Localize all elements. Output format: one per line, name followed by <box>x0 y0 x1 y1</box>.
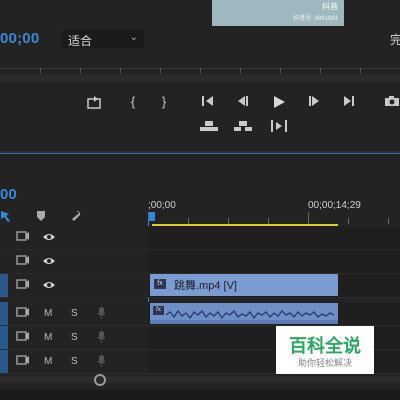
chevron-down-icon: ⌄ <box>129 32 138 43</box>
mute-button[interactable]: M <box>44 332 52 343</box>
eye-icon[interactable] <box>42 280 56 293</box>
film-icon[interactable] <box>16 331 30 344</box>
video-clip[interactable]: fx 跳舞.mp4 [V] <box>150 274 338 296</box>
microphone-icon[interactable] <box>97 354 106 371</box>
microphone-icon[interactable] <box>97 306 106 323</box>
bottom-strip <box>0 390 400 400</box>
film-icon[interactable] <box>16 279 30 292</box>
scrollbar-track[interactable] <box>0 376 400 383</box>
audio-clip[interactable]: fx <box>150 303 338 324</box>
fit-select-value: 适合 <box>68 34 93 48</box>
marker-icon[interactable] <box>36 210 46 225</box>
timeline-tools <box>0 210 148 224</box>
track-target-a1[interactable] <box>0 302 8 325</box>
film-icon[interactable] <box>16 231 30 244</box>
step-forward-icon[interactable] <box>303 95 325 107</box>
fx-badge: fx <box>154 279 166 289</box>
track-v3 <box>0 226 400 250</box>
solo-button[interactable]: S <box>71 356 78 367</box>
mark-in-icon[interactable]: { <box>122 94 144 109</box>
track-target-a2[interactable] <box>0 326 8 349</box>
play-icon[interactable] <box>268 95 290 109</box>
mark-out-icon[interactable]: } <box>153 94 175 109</box>
track-v1: fx 跳舞.mp4 [V] <box>0 274 400 298</box>
watermark-subtitle: 助你轻松解决 <box>297 359 352 369</box>
video-watermark-id: 抖音号: 8891881 <box>293 16 338 22</box>
monitor-time-ruler[interactable] <box>0 56 400 74</box>
fit-select[interactable]: 适合 ⌄ <box>62 30 144 48</box>
eye-icon[interactable] <box>42 256 56 269</box>
panel-focus-border <box>0 153 400 154</box>
track-target-v1[interactable] <box>0 274 8 297</box>
mute-button[interactable]: M <box>44 356 52 367</box>
snap-icon[interactable] <box>0 210 14 225</box>
timeline-ruler[interactable] <box>148 212 400 224</box>
program-timecode[interactable]: 00;00 <box>0 30 39 47</box>
track-lane[interactable] <box>148 250 400 273</box>
camera-icon[interactable] <box>381 95 400 107</box>
film-icon[interactable] <box>16 307 30 320</box>
ruler-start-label: ;00;00 <box>148 200 176 211</box>
track-target-a3[interactable] <box>0 350 8 373</box>
monitor-scrollbar[interactable] <box>0 74 400 82</box>
go-to-in-icon[interactable] <box>198 95 220 107</box>
timeline-timecode[interactable]: 00 <box>0 186 17 203</box>
export-frame-icon[interactable] <box>84 95 106 109</box>
solo-button[interactable]: S <box>71 332 78 343</box>
timeline-zoom-scrollbar[interactable] <box>0 374 400 388</box>
solo-button[interactable]: S <box>71 308 78 319</box>
playhead-handle[interactable] <box>149 212 155 221</box>
lift-icon[interactable] <box>198 120 220 132</box>
track-lane[interactable] <box>148 226 400 249</box>
watermark-logo: 百科全说 助你轻松解决 <box>276 326 374 374</box>
wrench-icon[interactable] <box>68 210 82 226</box>
ruler-time-label: 00;00;14;29 <box>308 200 361 211</box>
resolution-select[interactable]: 完 <box>390 31 400 48</box>
zoom-handle[interactable] <box>94 374 106 386</box>
video-preview[interactable]: 抖音 抖音号: 8891881 <box>212 0 344 26</box>
track-v2 <box>0 250 400 274</box>
video-watermark-logo: 抖音 <box>322 2 338 11</box>
audio-waveform <box>150 309 338 324</box>
film-icon[interactable] <box>16 355 30 368</box>
film-icon[interactable] <box>16 255 30 268</box>
step-back-icon[interactable] <box>232 95 254 107</box>
watermark-title: 百科全说 <box>289 336 361 357</box>
clip-name: 跳舞.mp4 [V] <box>174 280 237 292</box>
mute-button[interactable]: M <box>44 308 52 319</box>
go-to-out-icon[interactable] <box>337 95 359 107</box>
eye-icon[interactable] <box>42 232 56 245</box>
microphone-icon[interactable] <box>97 330 106 347</box>
insert-icon[interactable] <box>268 119 290 133</box>
track-a1: M S fx <box>0 302 400 326</box>
extract-icon[interactable] <box>232 120 254 132</box>
